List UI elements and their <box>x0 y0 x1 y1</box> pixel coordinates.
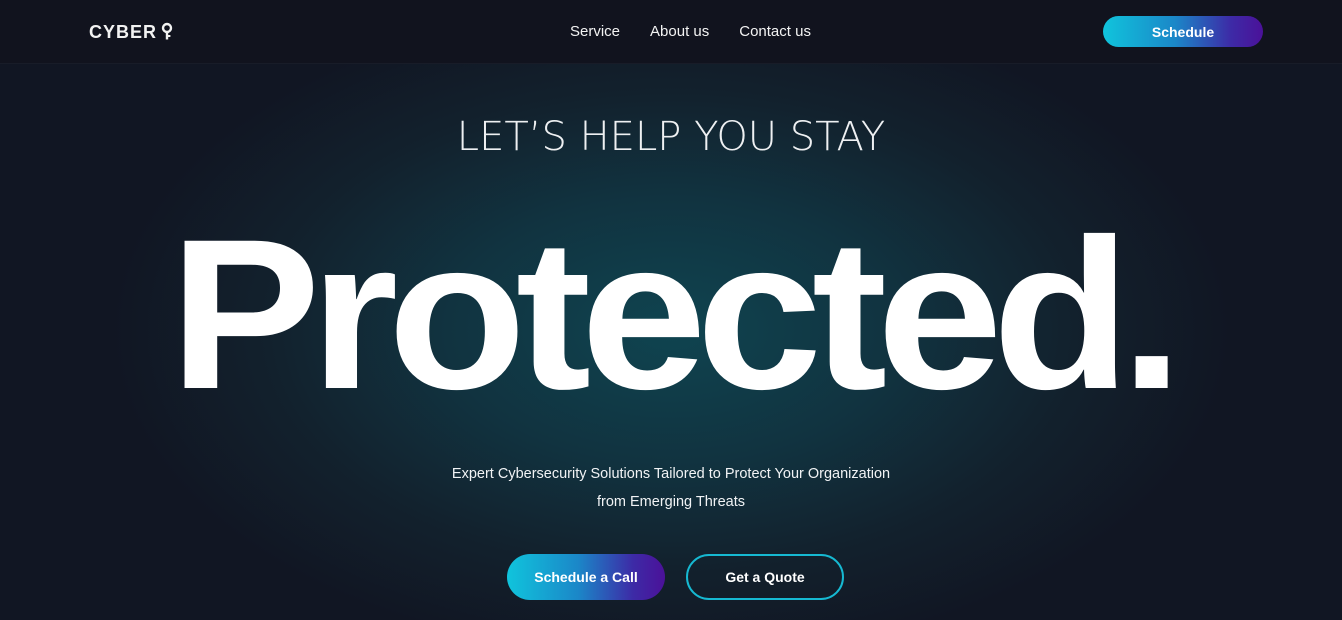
nav-link-about-us[interactable]: About us <box>640 22 709 42</box>
get-a-quote-button[interactable]: Get a Quote <box>686 554 844 600</box>
main-nav: Service About us Contact us <box>560 22 811 42</box>
nav-link-service[interactable]: Service <box>560 22 620 42</box>
key-icon <box>161 22 173 42</box>
hero-kicker: LET’S HELP YOU STAY <box>456 114 886 160</box>
brand-logo-text: CYBER <box>89 22 158 42</box>
hero-subtitle: Expert Cybersecurity Solutions Tailored … <box>0 460 1342 516</box>
schedule-button[interactable]: Schedule <box>1103 16 1263 47</box>
landing-page: CYBER Service About us Contact us Schedu… <box>0 0 1342 620</box>
nav-link-contact-us[interactable]: Contact us <box>729 22 811 42</box>
hero-subtitle-line-2: from Emerging Threats <box>596 494 745 510</box>
hero-title: Protected. <box>169 195 1183 434</box>
hero-subtitle-line-1: Expert Cybersecurity Solutions Tailored … <box>451 466 891 482</box>
brand-logo[interactable]: CYBER <box>89 21 173 43</box>
schedule-a-call-button[interactable]: Schedule a Call <box>507 554 665 600</box>
top-navbar: CYBER Service About us Contact us Schedu… <box>0 0 1342 64</box>
